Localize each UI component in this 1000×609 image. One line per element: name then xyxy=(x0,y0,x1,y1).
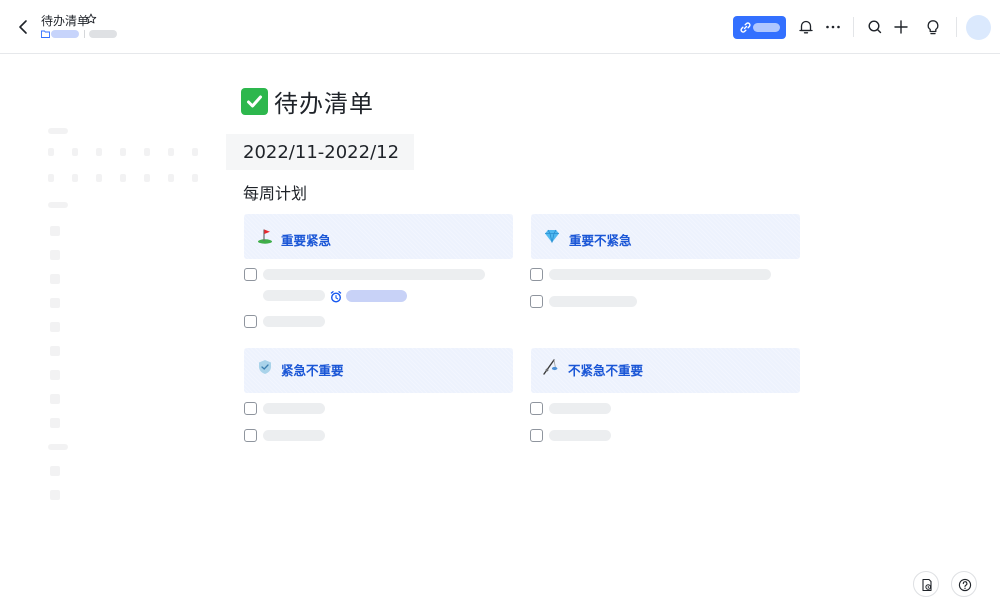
link-icon xyxy=(740,22,751,33)
document-clock-icon xyxy=(922,578,932,592)
sidebar-ghost-item xyxy=(50,250,60,260)
sidebar-ghost-item xyxy=(50,322,60,332)
quadrant-urgent-not-important-header[interactable]: 紧急不重要 xyxy=(244,348,513,393)
avatar[interactable] xyxy=(966,15,991,40)
share-button[interactable] xyxy=(733,16,786,39)
alarm-clock-icon xyxy=(330,291,342,303)
sidebar-ghost-item xyxy=(50,418,60,428)
sidebar-ghost-line xyxy=(48,128,68,134)
task-text-placeholder[interactable] xyxy=(263,316,325,327)
sidebar-ghost-item xyxy=(50,274,60,284)
sidebar-ghost-item xyxy=(50,466,60,476)
task-text-placeholder[interactable] xyxy=(549,403,611,414)
sidebar-ghost-item xyxy=(50,394,60,404)
bell-icon[interactable] xyxy=(797,18,815,36)
quadrant-not-urgent-not-important-header[interactable]: 不紧急不重要 xyxy=(531,348,800,393)
outline-sidebar-ghost xyxy=(40,120,210,510)
breadcrumb-folder[interactable] xyxy=(51,30,79,38)
date-range-text: 2022/11-2022/12 xyxy=(243,142,400,163)
shield-icon xyxy=(259,360,271,374)
help-button[interactable] xyxy=(951,571,977,597)
gem-icon xyxy=(545,229,559,243)
quadrant-label: 重要不紧急 xyxy=(569,233,632,248)
page-heading: 待办清单 xyxy=(241,84,374,119)
quadrant-label: 不紧急不重要 xyxy=(568,363,644,378)
task-text-placeholder[interactable] xyxy=(549,269,771,280)
date-range-block[interactable]: 2022/11-2022/12 xyxy=(226,134,414,170)
golf-flag-icon xyxy=(258,229,272,244)
quadrant-label: 重要紧急 xyxy=(281,233,332,248)
task-text-placeholder[interactable] xyxy=(263,290,325,301)
task-text-placeholder[interactable] xyxy=(549,430,611,441)
more-options-icon[interactable] xyxy=(824,18,842,36)
sidebar-ghost-item xyxy=(50,346,60,356)
share-label-placeholder xyxy=(753,23,780,32)
task-text-placeholder[interactable] xyxy=(263,269,485,280)
sidebar-ghost-item xyxy=(50,490,60,500)
document-title: 待办清单 xyxy=(41,14,90,28)
breadcrumb-status xyxy=(89,30,117,38)
search-icon[interactable] xyxy=(866,18,884,36)
task-checkbox[interactable] xyxy=(244,315,257,328)
task-text-placeholder[interactable] xyxy=(263,430,325,441)
check-mark-emoji-icon xyxy=(241,87,268,115)
task-checkbox[interactable] xyxy=(244,402,257,415)
breadcrumb-divider xyxy=(84,30,85,38)
page-title[interactable]: 待办清单 xyxy=(274,84,374,119)
sidebar-ghost-item xyxy=(50,226,60,236)
sidebar-ghost-item xyxy=(50,370,60,380)
quadrant-label: 紧急不重要 xyxy=(281,363,344,378)
help-icon xyxy=(958,578,972,592)
task-checkbox[interactable] xyxy=(530,429,543,442)
quadrant-important-urgent-header[interactable]: 重要紧急 xyxy=(244,214,513,259)
quadrant-important-not-urgent-header[interactable]: 重要不紧急 xyxy=(531,214,800,259)
fishing-pole-icon xyxy=(543,359,558,375)
task-text-placeholder[interactable] xyxy=(263,403,325,414)
task-checkbox[interactable] xyxy=(244,429,257,442)
sidebar-ghost-row xyxy=(48,148,198,156)
star-icon[interactable] xyxy=(85,13,97,25)
sidebar-ghost-row xyxy=(48,174,198,182)
folder-icon xyxy=(41,30,50,38)
back-arrow-icon[interactable] xyxy=(14,16,34,38)
sidebar-ghost-item xyxy=(50,298,60,308)
toolbar-divider xyxy=(956,17,957,37)
weekly-plan-heading[interactable]: 每周计划 xyxy=(243,180,307,204)
due-date-tag[interactable] xyxy=(346,290,407,302)
document-info-button[interactable] xyxy=(913,571,939,597)
sidebar-ghost-line xyxy=(48,202,68,208)
lightbulb-icon[interactable] xyxy=(924,18,942,36)
task-checkbox[interactable] xyxy=(530,295,543,308)
toolbar-divider xyxy=(853,17,854,37)
task-checkbox[interactable] xyxy=(244,268,257,281)
add-icon[interactable] xyxy=(892,18,910,36)
task-checkbox[interactable] xyxy=(530,402,543,415)
task-text-placeholder[interactable] xyxy=(549,296,637,307)
app-window: 待办清单 待办清单 2022/11-2022/12 每周计划 重要紧急 重要不紧… xyxy=(0,0,1000,609)
task-checkbox[interactable] xyxy=(530,268,543,281)
top-bar: 待办清单 xyxy=(0,0,1000,54)
sidebar-ghost-line xyxy=(48,444,68,450)
